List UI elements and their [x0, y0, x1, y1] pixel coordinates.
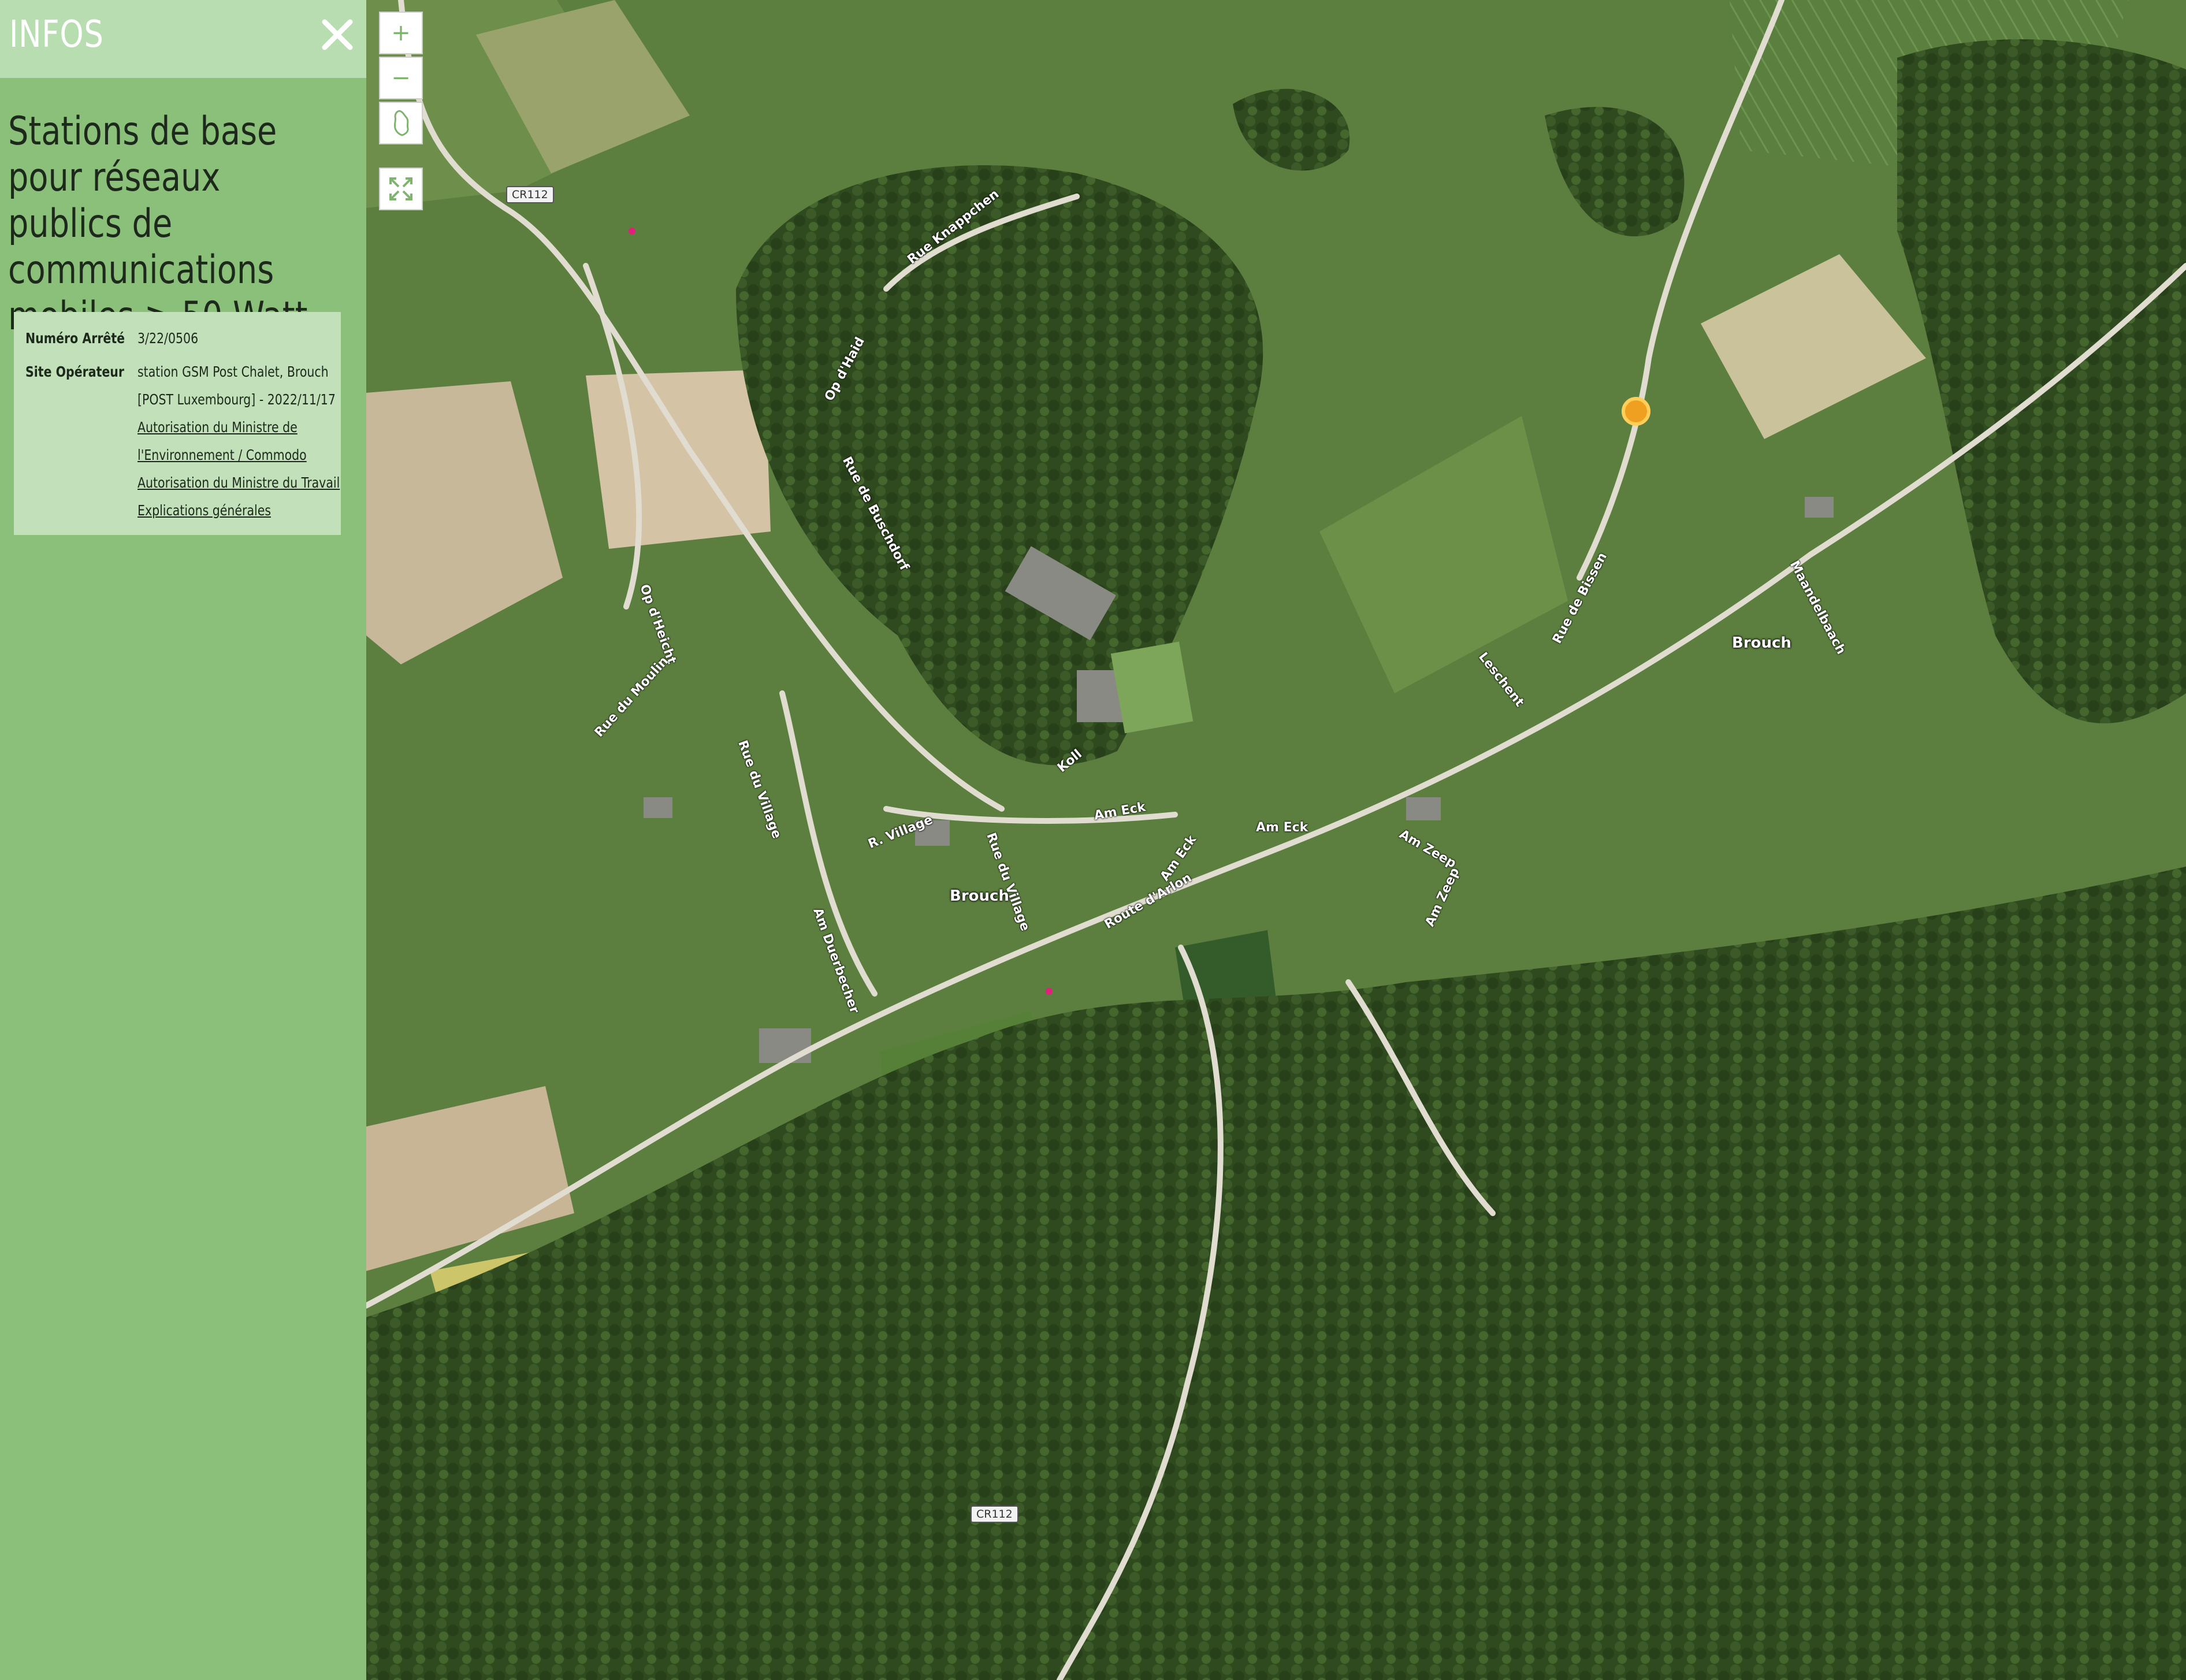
luxembourg-outline-icon — [393, 110, 409, 136]
site-label: Site Opérateur — [25, 363, 124, 380]
link-autorisation-travail[interactable]: Autorisation du Ministre du Travail — [137, 469, 341, 497]
place-label-brouch: Brouch — [950, 887, 1009, 905]
fullscreen-icon — [389, 177, 412, 200]
link-explications-generales[interactable]: Explications générales — [137, 497, 341, 525]
panel-title: INFOS — [9, 13, 104, 56]
aerial-map[interactable]: CR112 Rue Knappchen Op d'Haid Rue de Bus… — [366, 0, 2186, 1680]
road-shield-cr112: CR112 — [971, 1506, 1018, 1523]
link-autorisation-environnement[interactable]: Autorisation du Ministre de — [137, 414, 341, 441]
street-label: Am Eck — [1256, 820, 1308, 835]
link-autorisation-environnement-2[interactable]: l'Environnement / Commodo — [137, 441, 341, 469]
country-locate-button[interactable] — [379, 102, 423, 144]
info-table: Numéro Arrêté 3/22/0506 Site Opérateur s… — [14, 312, 341, 535]
map-imagery — [366, 0, 2186, 1680]
fullscreen-button[interactable] — [379, 168, 423, 210]
close-icon[interactable] — [317, 14, 358, 55]
zoom-in-button[interactable]: + — [379, 12, 423, 54]
panel-header: INFOS — [0, 0, 366, 78]
road-shield-cr112: CR112 — [506, 186, 554, 203]
place-label-brouch: Brouch — [1732, 634, 1791, 652]
zoom-out-button[interactable]: − — [379, 57, 423, 99]
info-panel: INFOS Stations de base pour réseaux publ… — [0, 0, 366, 1680]
arrete-value: 3/22/0506 — [137, 330, 199, 347]
site-marker — [1622, 397, 1650, 426]
layer-title: Stations de base pour réseaux publics de… — [8, 109, 307, 339]
site-value-line2: [POST Luxembourg] - 2022/11/17 — [137, 391, 336, 408]
arrete-label: Numéro Arrêté — [25, 330, 125, 347]
site-value-line1: station GSM Post Chalet, Brouch — [137, 363, 329, 380]
